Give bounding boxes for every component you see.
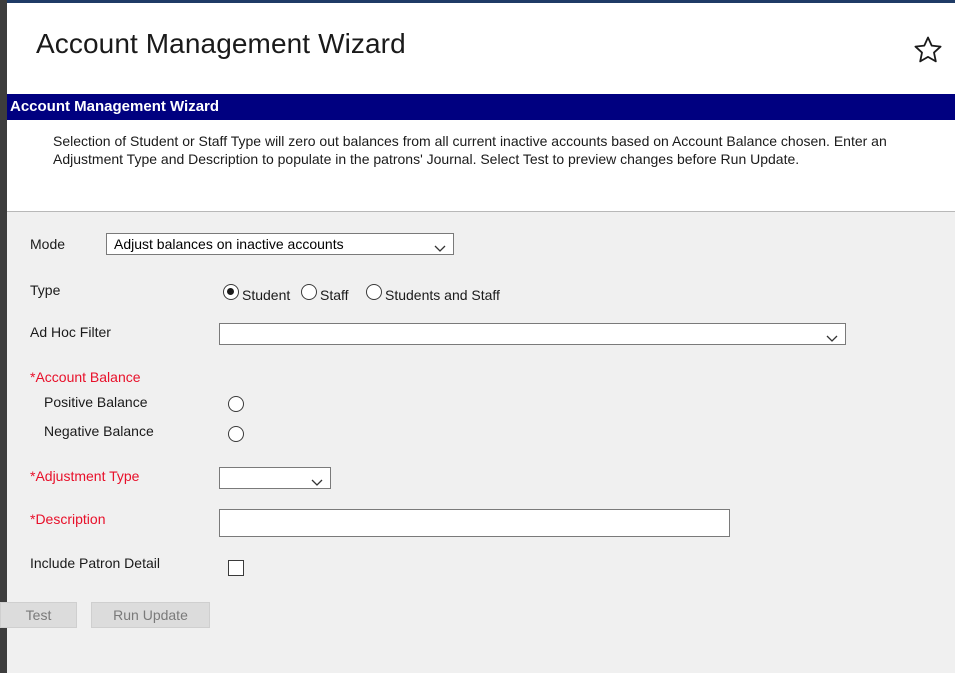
adjustment-type-select[interactable] xyxy=(219,467,331,489)
chevron-down-icon xyxy=(826,329,838,342)
mode-select[interactable]: Adjust balances on inactive accounts xyxy=(106,233,454,255)
panel-header: Account Management Wizard xyxy=(7,94,955,120)
type-radio-staff-label[interactable]: Staff xyxy=(320,287,349,303)
positive-balance-label: Positive Balance xyxy=(44,394,148,410)
include-patron-detail-checkbox[interactable] xyxy=(228,560,244,576)
type-radio-staff[interactable] xyxy=(301,284,317,300)
page-title: Account Management Wizard xyxy=(36,28,406,59)
include-patron-detail-label: Include Patron Detail xyxy=(30,555,160,571)
instructions-text: Selection of Student or Staff Type will … xyxy=(7,120,955,212)
run-update-button[interactable]: Run Update xyxy=(91,602,210,628)
top-strip xyxy=(0,0,955,6)
top-accent-bar xyxy=(0,0,955,3)
chevron-down-icon xyxy=(311,473,323,486)
mode-select-value: Adjust balances on inactive accounts xyxy=(114,236,344,252)
description-input[interactable] xyxy=(219,509,730,537)
type-radio-student-label[interactable]: Student xyxy=(242,287,290,303)
type-radio-students-and-staff[interactable] xyxy=(366,284,382,300)
ad-hoc-filter-select[interactable] xyxy=(219,323,846,345)
description-label: *Description xyxy=(30,511,106,527)
type-radio-students-and-staff-label[interactable]: Students and Staff xyxy=(385,287,500,303)
ad-hoc-filter-label: Ad Hoc Filter xyxy=(30,324,111,340)
mode-label: Mode xyxy=(30,236,66,252)
negative-balance-label: Negative Balance xyxy=(44,423,154,439)
test-button[interactable]: Test xyxy=(0,602,77,628)
wizard-form: Mode Adjust balances on inactive account… xyxy=(0,212,955,673)
adjustment-type-label: *Adjustment Type xyxy=(30,468,140,484)
type-radio-student[interactable] xyxy=(223,284,239,300)
type-label: Type xyxy=(30,282,61,298)
negative-balance-radio[interactable] xyxy=(228,426,244,442)
chevron-down-icon xyxy=(434,239,446,252)
star-icon[interactable] xyxy=(913,35,943,65)
positive-balance-radio[interactable] xyxy=(228,396,244,412)
left-border xyxy=(0,0,7,673)
account-balance-label: *Account Balance xyxy=(30,369,141,385)
